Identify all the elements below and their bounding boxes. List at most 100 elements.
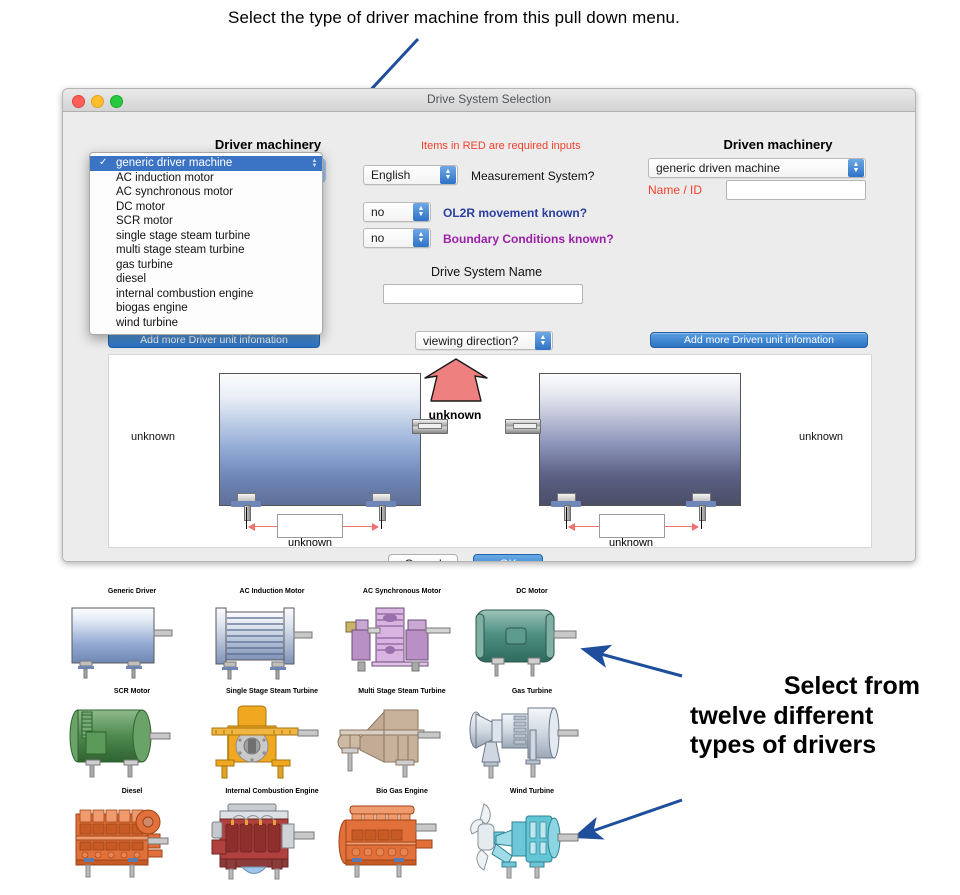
dropdown-item-label: AC synchronous motor (116, 186, 233, 198)
driven-dim-extension-left (566, 507, 567, 529)
annotation-bottom-text: Select from twelve different types of dr… (690, 672, 940, 761)
dropdown-item-2[interactable]: AC synchronous motor (90, 185, 322, 200)
viewing-direction-arrow-label: unknown (428, 408, 482, 422)
single-stage-steam-turbine-icon (211, 705, 319, 779)
gallery-item-ac-induction-motor[interactable]: AC Induction Motor (202, 588, 342, 686)
driven-machine-value: generic driven machine (656, 161, 781, 175)
driven-name-id-input[interactable] (726, 180, 866, 200)
cancel-button[interactable]: Cancel (388, 554, 458, 561)
gallery-caption: Generic Driver (107, 588, 157, 595)
gallery-item-diesel[interactable]: Diesel (62, 788, 202, 886)
dropdown-item-label: internal combustion engine (116, 287, 254, 300)
gallery-caption: Single Stage Steam Turbine (225, 688, 319, 695)
driver-dimension-arrow-left (248, 523, 255, 531)
gallery-caption: Bio Gas Engine (376, 788, 428, 795)
driver-types-gallery: Generic Driver AC Induction Motor AC Syn… (62, 588, 662, 893)
chevron-updown-icon: ▲ ▼ (848, 159, 864, 177)
dropdown-item-11[interactable]: wind turbine (90, 316, 322, 331)
drive-system-name-input[interactable] (383, 284, 583, 304)
annotation-bottom-line-3: types of drivers (690, 731, 877, 759)
gallery-item-scr-motor[interactable]: SCR Motor (62, 688, 202, 786)
annotation-bottom-line-2: twelve different (690, 701, 874, 730)
chevron-updown-icon: ▲ ▼ (535, 331, 551, 350)
gallery-caption: Gas Turbine (511, 688, 553, 695)
gallery-item-single-stage-steam-turbine[interactable]: Single Stage Steam Turbine (202, 688, 342, 786)
drive-system-diagram: unknown unknown unknown unknown unknown (108, 354, 872, 549)
measurement-system-select[interactable]: English ▲ ▼ (363, 165, 458, 185)
dropdown-item-8[interactable]: diesel (90, 272, 322, 287)
driven-dim-extension-right (701, 507, 702, 529)
gallery-item-multi-stage-steam-turbine[interactable]: Multi Stage Steam Turbine (332, 688, 472, 786)
dropdown-item-5[interactable]: single stage steam turbine (90, 229, 322, 244)
ac-induction-motor-icon (215, 607, 313, 680)
viewing-direction-arrow-icon (424, 358, 488, 402)
dropdown-item-3[interactable]: DC motor (90, 200, 322, 215)
dropdown-item-9[interactable]: internal combustion engine (90, 287, 322, 302)
add-driven-unit-information-button[interactable]: Add more Driven unit infomation (650, 332, 868, 348)
viewing-direction-select[interactable]: viewing direction? ▲ ▼ (415, 331, 553, 350)
dropdown-item-label: wind turbine (116, 316, 179, 329)
annotation-top-text: Select the type of driver machine from t… (228, 8, 680, 27)
drive-system-selection-window: Drive System Selection Driver machinery … (62, 88, 916, 562)
diesel-icon (75, 809, 169, 878)
measurement-system-label: Measurement System? (471, 169, 595, 183)
gallery-item-generic-driver[interactable]: Generic Driver (62, 588, 202, 686)
gallery-caption: DC Motor (516, 588, 548, 595)
gallery-item-wind-turbine[interactable]: Wind Turbine (462, 788, 602, 886)
chevron-updown-icon: ▲ ▼ (440, 166, 456, 184)
gallery-item-dc-motor[interactable]: DC Motor (462, 588, 602, 686)
dropdown-item-label: biogas engine (116, 302, 188, 314)
gallery-item-internal-combustion-engine[interactable]: Internal Combustion Engine (202, 788, 342, 886)
chevron-updown-icon: ▲ ▼ (413, 203, 429, 221)
checkmark-icon: ✓ (99, 157, 108, 168)
gallery-caption: Multi Stage Steam Turbine (358, 688, 446, 695)
driven-name-id-label: Name / ID (648, 183, 703, 197)
ac-synchronous-motor-icon (345, 607, 451, 672)
driven-dimension-label: unknown (608, 537, 654, 549)
driver-dim-extension-left (246, 507, 247, 529)
boundary-conditions-label: Boundary Conditions known? (443, 232, 614, 246)
driven-dimension-input[interactable] (599, 514, 665, 538)
dropdown-item-7[interactable]: gas turbine (90, 258, 322, 273)
dropdown-item-4[interactable]: SCR motor (90, 214, 322, 229)
ol2r-movement-value: no (371, 205, 385, 219)
required-inputs-note: Items in RED are required inputs (421, 140, 581, 152)
gallery-item-bio-gas-engine[interactable]: Bio Gas Engine (332, 788, 472, 886)
driver-machinery-dropdown-menu[interactable]: ✓ generic driver machine ▲ ▼ AC induction… (89, 152, 323, 335)
gas-turbine-icon (469, 707, 579, 779)
gallery-item-gas-turbine[interactable]: Gas Turbine (462, 688, 602, 786)
dropdown-item-0[interactable]: ✓ generic driver machine ▲ ▼ (90, 156, 322, 171)
dropdown-item-label: single stage steam turbine (116, 229, 251, 242)
dropdown-item-label: diesel (116, 273, 147, 285)
driven-machine-graphic (539, 373, 741, 506)
driven-dimension-arrow-left (568, 523, 575, 531)
gallery-caption: SCR Motor (113, 688, 151, 695)
chevron-updown-icon: ▲ ▼ (413, 229, 429, 247)
viewing-direction-value: viewing direction? (423, 333, 519, 348)
gallery-item-ac-synchronous-motor[interactable]: AC Synchronous Motor (332, 588, 472, 686)
dropdown-item-label: generic driver machine (116, 157, 233, 169)
gallery-caption: Internal Combustion Engine (225, 788, 319, 795)
ol2r-movement-label: OL2R movement known? (443, 206, 588, 220)
dc-motor-icon (475, 609, 577, 677)
ol2r-movement-select[interactable]: no ▲ ▼ (363, 202, 431, 222)
window-content: Driver machinery Driven machinery Items … (63, 112, 915, 561)
driver-machine-graphic (219, 373, 421, 506)
driver-side-label: unknown (131, 431, 176, 443)
multi-stage-steam-turbine-icon (337, 709, 441, 778)
boundary-conditions-select[interactable]: no ▲ ▼ (363, 228, 431, 248)
boundary-conditions-value: no (371, 231, 385, 245)
dropdown-item-6[interactable]: multi stage steam turbine (90, 243, 322, 258)
measurement-system-value: English (371, 168, 411, 182)
driven-machine-select[interactable]: generic driven machine ▲ ▼ (648, 158, 866, 178)
driver-dimension-input[interactable] (277, 514, 343, 538)
dropdown-item-10[interactable]: biogas engine (90, 301, 322, 316)
dropdown-item-label: DC motor (116, 200, 166, 213)
wind-turbine-icon (470, 803, 579, 879)
dropdown-item-label: SCR motor (116, 215, 173, 227)
dropdown-item-label: AC induction motor (116, 171, 214, 184)
ok-button[interactable]: OK (473, 554, 543, 561)
internal-combustion-engine-icon (211, 803, 315, 880)
dropdown-item-1[interactable]: AC induction motor (90, 171, 322, 186)
gallery-caption: AC Induction Motor (239, 588, 305, 595)
